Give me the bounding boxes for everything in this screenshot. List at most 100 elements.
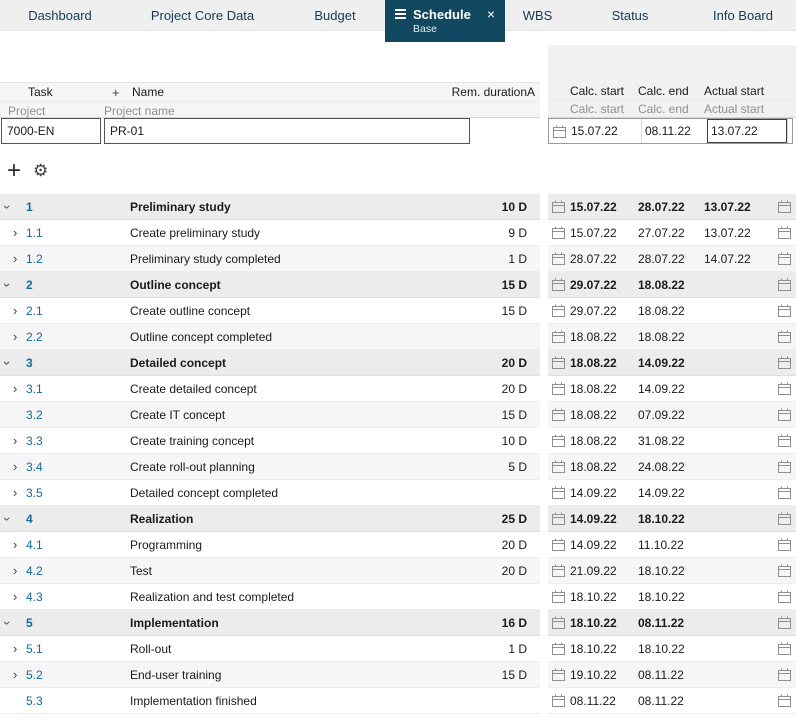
- task-row[interactable]: 4.2 Test 20 D: [0, 558, 540, 584]
- expand-chevron-icon[interactable]: [0, 643, 26, 655]
- task-row[interactable]: 3.2 Create IT concept 15 D: [0, 402, 540, 428]
- expand-chevron-icon[interactable]: [0, 539, 26, 551]
- task-row[interactable]: 4.3 Realization and test completed: [0, 584, 540, 610]
- calendar-icon[interactable]: [776, 356, 796, 369]
- project-calc-start-field[interactable]: 15.07.22: [569, 124, 641, 138]
- task-dates-row[interactable]: 18.10.22 18.10.22: [548, 584, 796, 610]
- calendar-icon[interactable]: [776, 382, 796, 395]
- collapse-chevron-icon[interactable]: [0, 617, 26, 629]
- close-tab-icon[interactable]: ×: [487, 7, 495, 21]
- collapse-chevron-icon[interactable]: [0, 201, 26, 213]
- task-dates-row[interactable]: 19.10.22 08.11.22: [548, 662, 796, 688]
- task-row[interactable]: 3.3 Create training concept 10 D: [0, 428, 540, 454]
- task-dates-row[interactable]: 18.08.22 14.09.22: [548, 376, 796, 402]
- task-row[interactable]: 4.1 Programming 20 D: [0, 532, 540, 558]
- plus-icon[interactable]: +: [112, 85, 132, 100]
- name-column-header[interactable]: Name: [132, 85, 437, 99]
- project-calc-end-field[interactable]: 08.11.22: [641, 119, 707, 143]
- calendar-icon[interactable]: [548, 356, 568, 369]
- expand-chevron-icon[interactable]: [0, 669, 26, 681]
- calendar-icon[interactable]: [776, 616, 796, 629]
- task-row[interactable]: 5 Implementation 16 D: [0, 610, 540, 636]
- task-dates-row[interactable]: 18.10.22 18.10.22: [548, 636, 796, 662]
- calendar-icon[interactable]: [548, 252, 568, 265]
- calendar-icon[interactable]: [776, 278, 796, 291]
- project-actual-start-field[interactable]: 13.07.22: [707, 119, 787, 143]
- collapse-chevron-icon[interactable]: [0, 513, 26, 525]
- task-dates-row[interactable]: 08.11.22 08.11.22: [548, 688, 796, 714]
- task-dates-row[interactable]: 18.08.22 24.08.22: [548, 454, 796, 480]
- calendar-icon[interactable]: [548, 460, 568, 473]
- calendar-icon[interactable]: [776, 590, 796, 603]
- calendar-icon[interactable]: [548, 668, 568, 681]
- task-row[interactable]: 3.4 Create roll-out planning 5 D: [0, 454, 540, 480]
- task-row[interactable]: 5.3 Implementation finished: [0, 688, 540, 714]
- calendar-icon[interactable]: [776, 642, 796, 655]
- task-row[interactable]: 3.1 Create detailed concept 20 D: [0, 376, 540, 402]
- task-dates-row[interactable]: 14.09.22 14.09.22: [548, 480, 796, 506]
- calendar-icon[interactable]: [776, 330, 796, 343]
- expand-chevron-icon[interactable]: [0, 227, 26, 239]
- task-dates-row[interactable]: 18.08.22 18.08.22: [548, 324, 796, 350]
- calendar-icon[interactable]: [776, 460, 796, 473]
- calendar-icon[interactable]: [548, 382, 568, 395]
- calendar-icon[interactable]: [548, 330, 568, 343]
- calendar-icon[interactable]: [776, 486, 796, 499]
- task-dates-row[interactable]: 14.09.22 18.10.22: [548, 506, 796, 532]
- task-row[interactable]: 2 Outline concept 15 D: [0, 272, 540, 298]
- project-name-input[interactable]: [104, 118, 470, 144]
- project-id-input[interactable]: [1, 118, 101, 144]
- calendar-icon[interactable]: [548, 512, 568, 525]
- expand-chevron-icon[interactable]: [0, 435, 26, 447]
- tab-status[interactable]: Status: [570, 0, 690, 31]
- collapse-chevron-icon[interactable]: [0, 279, 26, 291]
- calc-start-column-header[interactable]: Calc. start: [568, 84, 638, 98]
- expand-chevron-icon[interactable]: [0, 591, 26, 603]
- calendar-icon[interactable]: [776, 694, 796, 707]
- task-dates-row[interactable]: 15.07.22 28.07.22 13.07.22: [548, 194, 796, 220]
- task-dates-row[interactable]: 29.07.22 18.08.22: [548, 272, 796, 298]
- task-dates-row[interactable]: 28.07.22 28.07.22 14.07.22: [548, 246, 796, 272]
- calendar-icon[interactable]: [548, 616, 568, 629]
- task-row[interactable]: 3 Detailed concept 20 D: [0, 350, 540, 376]
- calendar-icon[interactable]: [548, 538, 568, 551]
- task-dates-row[interactable]: 18.08.22 31.08.22: [548, 428, 796, 454]
- expand-chevron-icon[interactable]: [0, 461, 26, 473]
- tab-project-core-data[interactable]: Project Core Data: [120, 0, 285, 31]
- task-dates-row[interactable]: 18.08.22 07.09.22: [548, 402, 796, 428]
- rem-duration-column-header[interactable]: Rem. duration: [437, 85, 527, 99]
- calendar-icon[interactable]: [548, 590, 568, 603]
- calendar-icon[interactable]: [776, 668, 796, 681]
- task-dates-row[interactable]: 18.10.22 08.11.22: [548, 610, 796, 636]
- task-row[interactable]: 2.2 Outline concept completed: [0, 324, 540, 350]
- task-dates-row[interactable]: 21.09.22 18.10.22: [548, 558, 796, 584]
- expand-chevron-icon[interactable]: [0, 487, 26, 499]
- task-row[interactable]: 4 Realization 25 D: [0, 506, 540, 532]
- tab-wbs[interactable]: WBS: [505, 0, 570, 31]
- calendar-icon[interactable]: [548, 564, 568, 577]
- calendar-icon[interactable]: [548, 304, 568, 317]
- calendar-icon[interactable]: [776, 304, 796, 317]
- calendar-icon[interactable]: [549, 125, 569, 138]
- calendar-icon[interactable]: [548, 486, 568, 499]
- calendar-icon[interactable]: [548, 226, 568, 239]
- task-row[interactable]: 2.1 Create outline concept 15 D: [0, 298, 540, 324]
- calendar-icon[interactable]: [776, 226, 796, 239]
- expand-chevron-icon[interactable]: [0, 253, 26, 265]
- calendar-icon[interactable]: [776, 564, 796, 577]
- calendar-icon[interactable]: [776, 512, 796, 525]
- calendar-icon[interactable]: [548, 642, 568, 655]
- add-task-button[interactable]: +: [7, 158, 21, 184]
- task-row[interactable]: 3.5 Detailed concept completed: [0, 480, 540, 506]
- expand-chevron-icon[interactable]: [0, 305, 26, 317]
- task-row[interactable]: 1.2 Preliminary study completed 1 D: [0, 246, 540, 272]
- task-row[interactable]: 5.1 Roll-out 1 D: [0, 636, 540, 662]
- task-dates-row[interactable]: 14.09.22 11.10.22: [548, 532, 796, 558]
- tab-schedule[interactable]: Schedule × Base: [385, 0, 505, 42]
- tab-budget[interactable]: Budget: [285, 0, 385, 31]
- task-row[interactable]: 1 Preliminary study 10 D: [0, 194, 540, 220]
- collapse-chevron-icon[interactable]: [0, 357, 26, 369]
- actual-start-column-header[interactable]: Actual start: [704, 84, 770, 98]
- calendar-icon[interactable]: [776, 408, 796, 421]
- calendar-icon[interactable]: [776, 434, 796, 447]
